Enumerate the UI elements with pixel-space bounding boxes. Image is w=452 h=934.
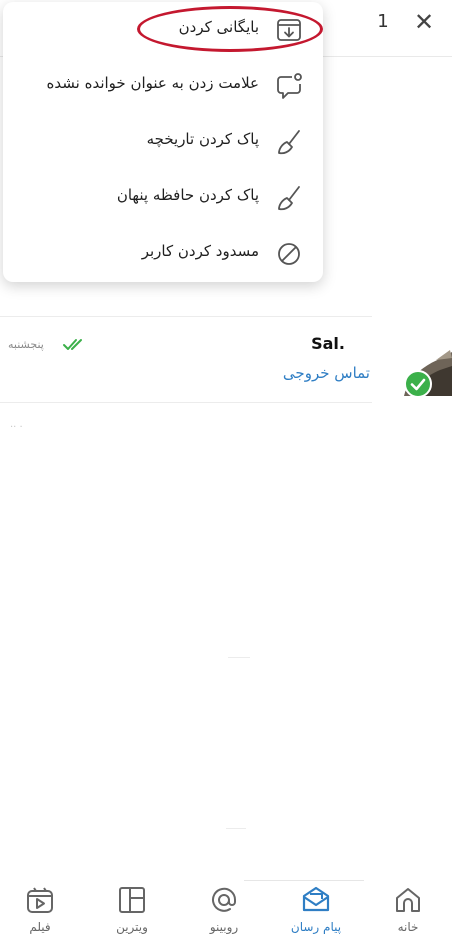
selected-count: 1: [377, 11, 389, 32]
check-icon: [410, 378, 426, 391]
menu-item-block-user[interactable]: مسدود کردن کاربر: [3, 226, 323, 282]
chat-options-menu: بایگانی کردن علامت زدن به عنوان خوانده ن…: [3, 2, 323, 282]
chat-name: Sal.: [311, 334, 345, 353]
unread-chat-icon: [277, 73, 302, 99]
video-icon: [27, 887, 53, 913]
faint-divider: [228, 657, 250, 658]
double-check-icon: [63, 339, 82, 350]
menu-item-label: علامت زدن به عنوان خوانده نشده: [46, 74, 259, 92]
online-badge: [404, 370, 432, 398]
grid-icon: [119, 887, 145, 913]
nav-label: پیام رسان: [290, 920, 342, 934]
menu-item-mark-unread[interactable]: علامت زدن به عنوان خوانده نشده: [3, 58, 323, 114]
nav-label: خانه: [397, 920, 419, 934]
nav-label: ویترین: [116, 920, 148, 934]
menu-item-label: پاک کردن حافظه پنهان: [116, 186, 259, 204]
menu-item-clear-history[interactable]: پاک کردن تاریخچه: [3, 114, 323, 170]
nav-item-messenger[interactable]: پیام رسان: [276, 880, 356, 934]
highlight-annotation: [137, 6, 323, 52]
broom-icon: [278, 186, 300, 211]
nav-item-video[interactable]: فیلم: [0, 880, 80, 934]
chat-last-message: تماس خروجی: [282, 364, 370, 382]
home-icon: [396, 888, 420, 912]
chat-row-divider-bottom: [0, 402, 372, 403]
menu-item-clear-cache[interactable]: پاک کردن حافظه پنهان: [3, 170, 323, 226]
bottom-navigation: خانه پیام رسان روبینو ویترین فیلم: [0, 880, 452, 934]
faint-artifact: ·· ·: [10, 422, 23, 433]
nav-item-rubino[interactable]: روبینو: [184, 880, 264, 934]
menu-item-label: مسدود کردن کاربر: [141, 242, 259, 260]
nav-label: روبینو: [209, 920, 239, 934]
nav-label: فیلم: [29, 920, 51, 934]
broom-icon: [278, 130, 300, 155]
chat-list-item[interactable]: [0, 317, 372, 402]
block-icon: [278, 243, 300, 265]
faint-divider: [226, 828, 246, 829]
nav-item-home[interactable]: خانه: [368, 880, 448, 934]
menu-item-label: پاک کردن تاریخچه: [146, 130, 259, 148]
at-icon: [212, 887, 237, 912]
close-selection-button[interactable]: ✕: [408, 6, 440, 38]
chat-time: پنجشنبه: [8, 338, 44, 351]
mail-icon: [302, 886, 330, 912]
nav-item-showcase[interactable]: ویترین: [92, 880, 172, 934]
